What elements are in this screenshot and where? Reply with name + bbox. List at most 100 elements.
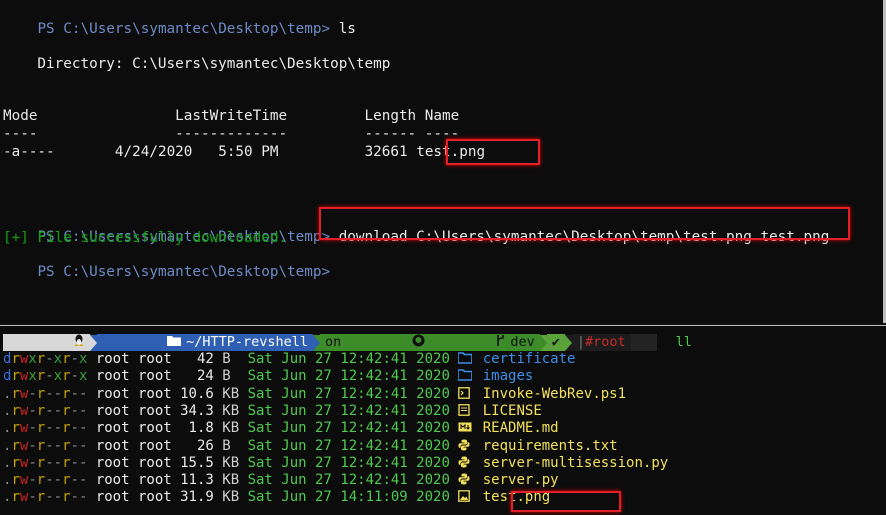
folder-icon	[457, 369, 474, 386]
file-owner: root	[95, 420, 130, 437]
git-on-label: on	[324, 334, 342, 350]
file-size: 26	[180, 437, 214, 454]
row-date: 4/24/2020	[114, 144, 193, 160]
file-owner: root	[95, 368, 130, 385]
file-permissions: drwxr-xr-x	[3, 368, 88, 385]
file-owner: root	[95, 385, 130, 402]
file-date: Sat Jun 27 12:42:41 2020	[247, 402, 450, 419]
file-size-unit: KB	[222, 385, 240, 402]
python-icon	[458, 473, 474, 490]
file-size-unit: KB	[222, 402, 240, 419]
file-date: Sat Jun 27 12:42:41 2020	[247, 437, 450, 454]
highlight-box-filename	[446, 139, 540, 165]
linux-terminal-pane[interactable]: ~/HTTP-revshell on dev ✔ | #root ll drwx…	[0, 325, 886, 515]
python-icon	[458, 439, 474, 456]
check-icon: ✔	[551, 334, 560, 350]
file-group: root	[137, 454, 172, 471]
file-size: 34.3	[180, 402, 214, 419]
path-segment: ~/HTTP-revshell	[97, 334, 313, 351]
table-row: -a---- 4/24/2020 5:50 PM 32661 test.png	[3, 144, 485, 161]
file-permissions: .rw-r--r--	[3, 402, 88, 419]
file-permissions: .rw-r--r--	[3, 454, 88, 471]
root-label: #root	[584, 334, 626, 350]
file-size: 31.9	[180, 489, 214, 506]
command-text: ls	[338, 21, 356, 37]
file-name[interactable]: LICENSE	[483, 403, 542, 419]
file-group: root	[137, 472, 172, 489]
file-size-unit: KB	[222, 472, 240, 489]
file-permissions: drwxr-xr-x	[3, 351, 88, 367]
table-header: Mode LastWriteTime Length Name	[3, 108, 460, 124]
file-group: root	[137, 351, 172, 367]
license-icon	[458, 404, 474, 421]
status-segment: ✔	[546, 334, 565, 351]
file-size: 42	[180, 351, 214, 367]
file-date: Sat Jun 27 12:42:41 2020	[247, 472, 450, 489]
os-segment	[3, 334, 91, 351]
file-name[interactable]: images	[483, 368, 534, 384]
directory-label: Directory: C:\Users\symantec\Desktop\tem…	[3, 56, 391, 72]
list-item: drwxr-xr-x root root 24 B Sat Jun 27 12:…	[3, 368, 533, 386]
file-date: Sat Jun 27 12:42:41 2020	[247, 368, 450, 385]
list-item: .rw-r--r-- root root 1.8 KB Sat Jun 27 1…	[3, 420, 559, 438]
file-group: root	[137, 402, 172, 419]
image-icon	[458, 490, 474, 507]
file-permissions: .rw-r--r--	[3, 489, 88, 506]
file-owner: root	[95, 472, 130, 489]
success-message: [+] File successfully downloaded.	[3, 230, 288, 246]
file-owner: root	[95, 437, 130, 454]
file-name[interactable]: requirements.txt	[483, 438, 618, 454]
file-group: root	[137, 385, 172, 402]
ps-prompt: PS C:\Users\symantec\Desktop\temp>	[37, 21, 331, 37]
path-text: ~/HTTP-revshell	[186, 334, 308, 350]
file-date: Sat Jun 27 12:42:41 2020	[247, 420, 450, 437]
file-permissions: .rw-r--r--	[3, 385, 88, 402]
file-name[interactable]: certificate	[483, 351, 576, 367]
file-group: root	[137, 489, 172, 506]
file-size-unit: KB	[222, 489, 240, 506]
list-item: .rw-r--r-- root root 26 B Sat Jun 27 12:…	[3, 438, 618, 456]
file-owner: root	[95, 489, 130, 506]
list-item: .rw-r--r-- root root 10.6 KB Sat Jun 27 …	[3, 386, 626, 404]
file-size-unit: KB	[222, 454, 240, 471]
file-size-unit: B	[222, 437, 240, 454]
file-name[interactable]: README.md	[483, 420, 559, 436]
git-segment: on dev	[319, 334, 540, 351]
markdown-icon	[458, 421, 474, 438]
file-name[interactable]: server.py	[483, 472, 559, 488]
list-item: .rw-r--r-- root root 34.3 KB Sat Jun 27 …	[3, 403, 542, 421]
highlight-box-download	[319, 207, 850, 240]
command-line-ls: PS C:\Users\symantec\Desktop\temp> ls	[3, 4, 356, 55]
file-name[interactable]: server-multisession.py	[483, 455, 668, 471]
file-date: Sat Jun 27 12:42:41 2020	[247, 454, 450, 471]
file-size: 15.5	[180, 454, 214, 471]
file-group: root	[137, 437, 172, 454]
file-size: 24	[180, 368, 214, 385]
python-icon	[458, 456, 474, 473]
file-size: 11.3	[180, 472, 214, 489]
file-group: root	[137, 368, 172, 385]
file-permissions: .rw-r--r--	[3, 472, 88, 489]
file-owner: root	[95, 351, 130, 367]
file-permissions: .rw-r--r--	[3, 420, 88, 437]
ps-prompt: PS C:\Users\symantec\Desktop\temp>	[37, 264, 331, 280]
typed-command: ll	[675, 334, 692, 350]
list-item: drwxr-xr-x root root 42 B Sat Jun 27 12:…	[3, 351, 575, 369]
file-owner: root	[95, 454, 130, 471]
row-time: 5:50 PM	[218, 144, 279, 160]
list-item: .rw-r--r-- root root 31.9 KB Sat Jun 27 …	[3, 489, 550, 507]
file-size-unit: B	[222, 368, 240, 385]
file-size: 1.8	[180, 420, 214, 437]
file-date: Sat Jun 27 14:11:09 2020	[247, 489, 450, 506]
file-owner: root	[95, 402, 130, 419]
row-mode: -a----	[3, 144, 55, 160]
file-date: Sat Jun 27 12:42:41 2020	[247, 385, 450, 402]
folder-icon	[457, 352, 474, 369]
command-line-empty[interactable]: PS C:\Users\symantec\Desktop\temp>	[3, 247, 330, 298]
file-name[interactable]: Invoke-WebRev.ps1	[483, 386, 626, 402]
file-size-unit: B	[222, 351, 240, 367]
powershell-pane[interactable]: PS C:\Users\symantec\Desktop\temp> ls Di…	[0, 0, 886, 323]
row-length: 32661	[364, 144, 408, 160]
highlight-box-test-png	[511, 491, 621, 512]
file-size-unit: KB	[222, 420, 240, 437]
